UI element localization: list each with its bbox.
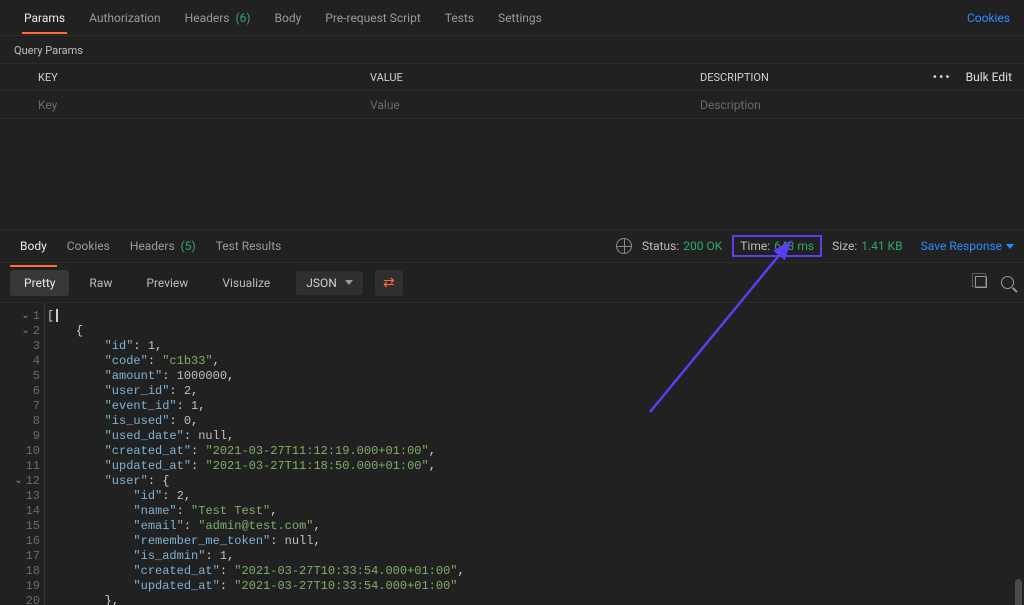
view-pretty[interactable]: Pretty [10,270,69,296]
response-tab-test-results[interactable]: Test Results [206,233,292,259]
vertical-scrollbar[interactable] [1014,579,1024,605]
response-bar: Body Cookies Headers (5) Test Results St… [0,229,1024,263]
size-label: Size: [832,239,857,253]
format-select[interactable]: JSON [296,271,363,295]
line-number-gutter: ⌄1⌄234567891011⌄121314151617181920 [0,303,44,605]
save-response-button[interactable]: Save Response [921,239,1014,253]
view-raw[interactable]: Raw [75,270,126,296]
scrollbar-thumb[interactable] [1015,579,1022,605]
fold-icon[interactable]: ⌄ [21,309,29,324]
status-value: 200 OK [683,239,722,253]
description-input[interactable]: Description [690,98,1024,112]
save-response-label: Save Response [921,239,1002,253]
col-description-header: DESCRIPTION [690,71,921,84]
more-columns-icon[interactable]: ••• [933,70,952,84]
cookies-link[interactable]: Cookies [967,11,1012,25]
json-viewer[interactable]: [ { "id": 1, "code": "c1b33", "amount": … [44,303,1024,605]
tab-tests[interactable]: Tests [433,3,486,33]
tab-settings[interactable]: Settings [486,3,554,33]
wrap-icon: ⇄ [383,275,395,291]
response-body: ⌄1⌄234567891011⌄121314151617181920 [ { "… [0,303,1024,605]
response-tab-cookies[interactable]: Cookies [57,233,120,259]
status-label: Status: [642,239,679,253]
fold-icon[interactable]: ⌄ [21,324,29,339]
response-tab-body[interactable]: Body [10,233,57,259]
col-value-header: VALUE [360,71,690,84]
col-key-header: KEY [0,71,360,84]
bulk-edit-button[interactable]: Bulk Edit [966,70,1012,84]
query-params-label: Query Params [0,36,1024,63]
request-tabs: Params Authorization Headers (6) Body Pr… [0,0,1024,36]
tab-headers[interactable]: Headers (6) [173,3,263,33]
chevron-down-icon [345,280,353,285]
param-empty-row[interactable]: Key Value Description [0,91,1024,119]
value-input[interactable]: Value [360,98,690,112]
chevron-down-icon [1006,244,1014,249]
time-value: 643 ms [774,239,814,253]
copy-icon[interactable] [975,276,987,288]
tab-params[interactable]: Params [12,3,77,33]
size-value: 1.41 KB [861,239,902,253]
time-label: Time: [740,239,770,253]
network-icon[interactable] [616,238,632,254]
format-value: JSON [306,276,337,290]
view-preview[interactable]: Preview [132,270,202,296]
tab-prerequest[interactable]: Pre-request Script [313,3,432,33]
fold-icon[interactable]: ⌄ [14,474,22,489]
headers-count: (6) [235,11,250,25]
tab-authorization[interactable]: Authorization [77,3,173,33]
wrap-lines-button[interactable]: ⇄ [375,270,403,296]
search-icon[interactable] [1001,276,1014,289]
response-tab-headers[interactable]: Headers (5) [120,233,206,259]
tab-body[interactable]: Body [263,3,314,33]
body-toolbar: Pretty Raw Preview Visualize JSON ⇄ [0,263,1024,303]
view-visualize[interactable]: Visualize [208,270,284,296]
response-status: Status: 200 OK Time: 643 ms Size: 1.41 KB [642,235,903,257]
response-headers-count: (5) [181,239,196,253]
tab-headers-label: Headers [185,11,230,25]
param-header-row: KEY VALUE DESCRIPTION ••• Bulk Edit [0,63,1024,91]
key-input[interactable]: Key [0,98,360,112]
response-headers-label: Headers [130,239,175,253]
time-highlight: Time: 643 ms [732,235,822,257]
